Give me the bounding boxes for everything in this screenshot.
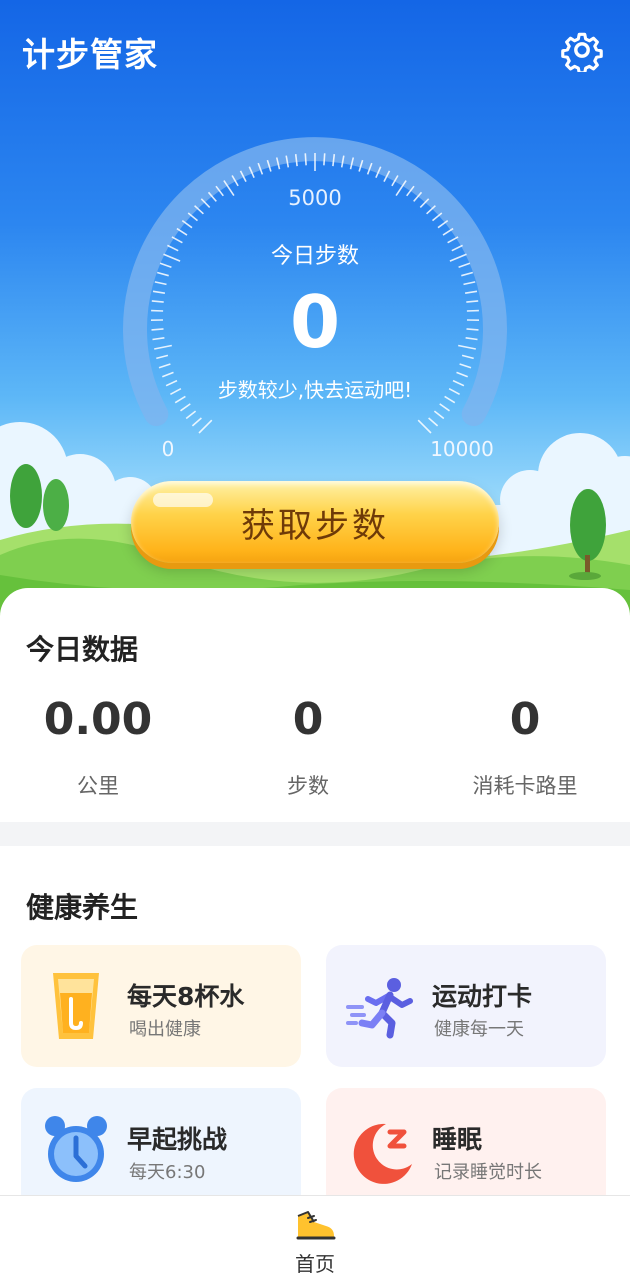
tile-early-rise[interactable]: 早起挑战 每天6:30 bbox=[21, 1088, 301, 1210]
gauge-tick bbox=[466, 328, 479, 331]
gauge-tick bbox=[191, 417, 202, 427]
tile-sleep-subtitle: 记录睡觉时长 bbox=[434, 1162, 542, 1183]
stat-distance: 0.00 公里 bbox=[0, 692, 203, 800]
gauge-tick bbox=[304, 153, 307, 166]
gauge-tick bbox=[159, 262, 172, 268]
gauge-min-label: 0 bbox=[161, 437, 175, 461]
distance-value: 0.00 bbox=[43, 694, 153, 745]
get-steps-label: 获取步数 bbox=[241, 505, 389, 546]
gauge-tick bbox=[458, 262, 471, 268]
running-person-icon bbox=[346, 978, 413, 1039]
gauge-tick bbox=[151, 300, 164, 303]
today-steps-value: 0 bbox=[289, 280, 341, 364]
tile-water[interactable]: 每天8杯水 喝出健康 bbox=[21, 945, 301, 1067]
moon-sleep-icon bbox=[353, 1123, 412, 1184]
gauge-tick bbox=[185, 410, 197, 420]
gauge-tick bbox=[433, 410, 445, 420]
tile-exercise[interactable]: 运动打卡 健康每一天 bbox=[326, 945, 606, 1067]
steps-value: 0 bbox=[292, 694, 324, 745]
gauge-tick bbox=[198, 419, 213, 434]
gauge-tick bbox=[417, 419, 432, 434]
gauge-mid-label: 5000 bbox=[288, 186, 342, 210]
app-title: 计步管家 bbox=[22, 35, 158, 74]
gauge-tick bbox=[458, 344, 476, 350]
health-title: 健康养生 bbox=[26, 891, 139, 924]
water-cup-icon bbox=[53, 973, 99, 1039]
gauge-tick bbox=[463, 281, 476, 286]
hero-header: 计步管家 5000 今日步数 0 步数较少,快去运动吧! 0 10000 获取步… bbox=[0, 0, 630, 640]
tile-water-title: 每天8杯水 bbox=[127, 982, 245, 1011]
tile-exercise-subtitle: 健康每一天 bbox=[434, 1019, 524, 1040]
gauge-tick bbox=[152, 337, 165, 341]
gauge-tick bbox=[451, 244, 463, 252]
sneaker-icon bbox=[296, 1211, 336, 1240]
gauge-tick bbox=[171, 236, 183, 244]
nav-home[interactable]: 首页 bbox=[275, 1204, 355, 1276]
gauge-tick bbox=[323, 153, 326, 166]
button-shine bbox=[153, 493, 213, 507]
bottom-navigation: 首页 bbox=[0, 1195, 630, 1280]
gauge-tick bbox=[459, 363, 472, 369]
gauge-tick bbox=[154, 344, 172, 350]
gauge-tick bbox=[464, 290, 478, 294]
today-data-card: 今日数据 0.00 公里 0 步数 0 消耗卡路里 bbox=[0, 588, 630, 822]
gauge-tick bbox=[428, 417, 439, 427]
tile-sleep-title: 睡眠 bbox=[432, 1125, 483, 1154]
gauge-tick bbox=[466, 300, 479, 303]
calories-label: 消耗卡路里 bbox=[472, 774, 578, 798]
calories-value: 0 bbox=[509, 694, 541, 745]
gauge-tick bbox=[442, 227, 454, 236]
distance-label: 公里 bbox=[77, 774, 119, 798]
gear-icon bbox=[561, 32, 603, 75]
gauge-title: 今日步数 bbox=[270, 244, 359, 269]
gauge-tick bbox=[163, 253, 181, 262]
gauge-tick bbox=[439, 403, 450, 412]
gauge-tick bbox=[461, 271, 474, 277]
gauge-tick bbox=[156, 271, 169, 277]
tile-sleep[interactable]: 睡眠 记录睡觉时长 bbox=[326, 1088, 606, 1210]
gauge-tick bbox=[176, 227, 188, 236]
gauge-tick bbox=[449, 253, 467, 262]
gauge-tick bbox=[156, 354, 169, 360]
gauge-tick bbox=[152, 290, 166, 294]
get-steps-button[interactable]: 获取步数 bbox=[131, 481, 499, 563]
tile-early-rise-title: 早起挑战 bbox=[127, 1125, 228, 1154]
alarm-clock-icon bbox=[45, 1116, 107, 1182]
settings-button[interactable] bbox=[560, 28, 604, 75]
gauge-tick bbox=[151, 328, 164, 331]
gauge-tick bbox=[465, 337, 478, 341]
gauge-hint: 步数较少,快去运动吧! bbox=[217, 378, 413, 402]
gauge-tick bbox=[167, 244, 179, 252]
gauge-tick bbox=[461, 354, 474, 360]
gauge-tick bbox=[180, 403, 191, 412]
gauge-tick bbox=[447, 236, 459, 244]
steps-label: 步数 bbox=[287, 774, 329, 798]
health-section: 健康养生 每天8杯水 喝出健康 运动打卡 健康每一天 早起挑战 每天6:30 睡… bbox=[0, 846, 630, 1210]
gauge-tick bbox=[158, 363, 171, 369]
gauge-tick bbox=[154, 281, 167, 286]
stat-calories: 0 消耗卡路里 bbox=[420, 692, 630, 800]
tile-water-subtitle: 喝出健康 bbox=[129, 1019, 201, 1040]
section-divider bbox=[0, 822, 630, 846]
gauge-max-label: 10000 bbox=[430, 437, 494, 461]
stat-steps: 0 步数 bbox=[203, 692, 413, 800]
tile-early-rise-subtitle: 每天6:30 bbox=[129, 1162, 206, 1183]
nav-home-label: 首页 bbox=[295, 1252, 335, 1276]
tile-exercise-title: 运动打卡 bbox=[432, 982, 533, 1011]
today-data-title: 今日数据 bbox=[26, 633, 139, 666]
